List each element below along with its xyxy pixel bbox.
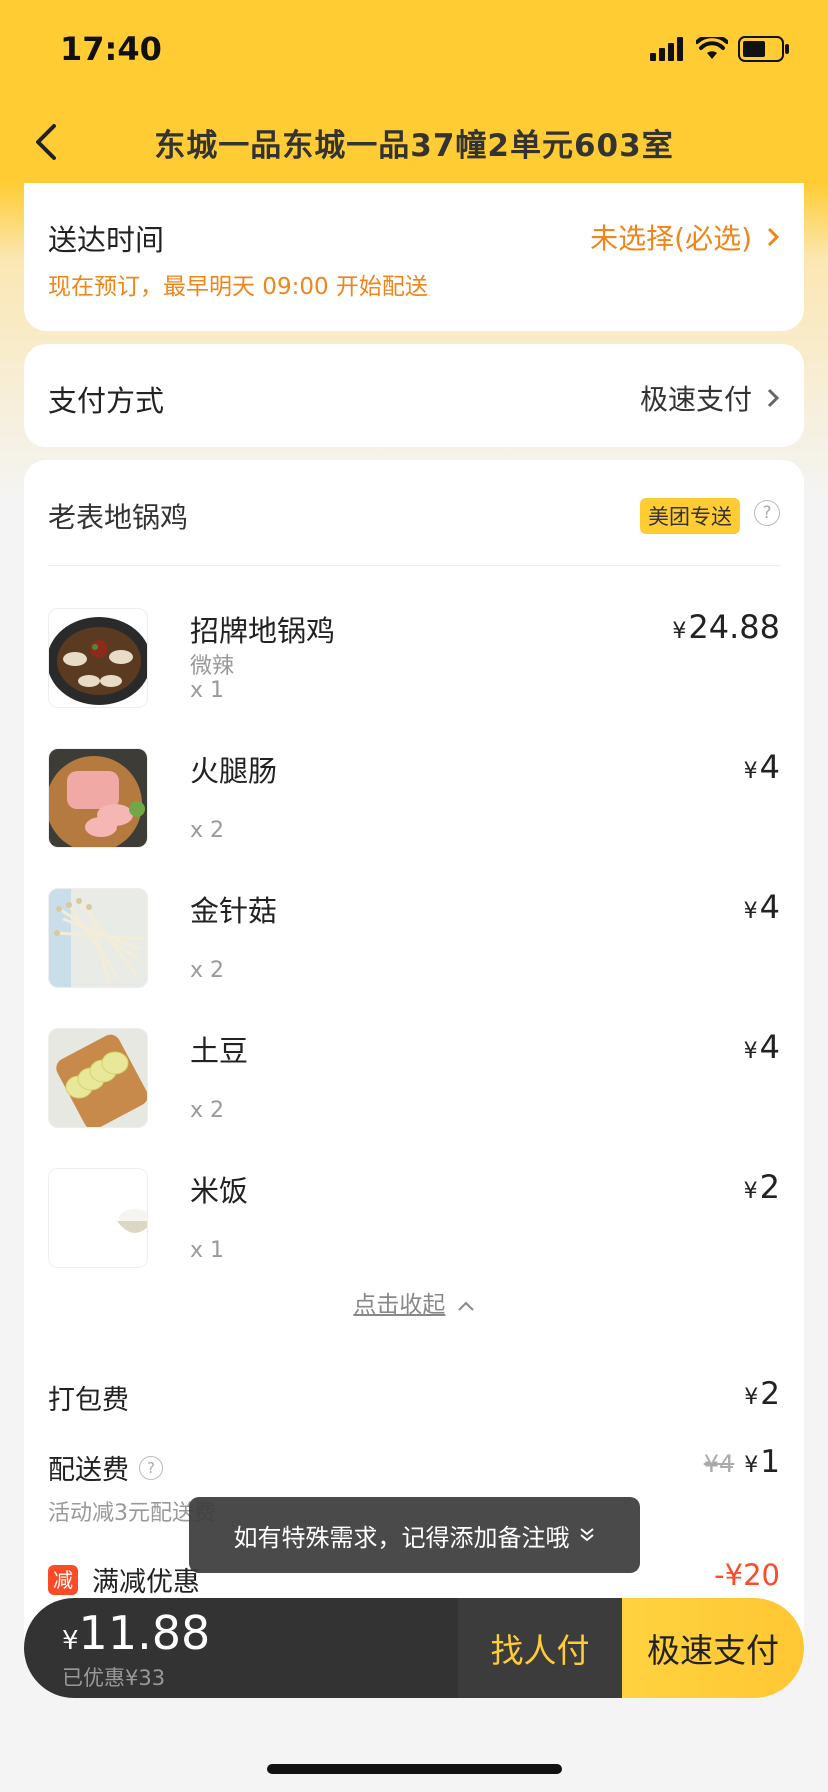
total-panel: ¥11.88 已优惠¥33 (24, 1598, 458, 1698)
status-bar: 17:40 (0, 0, 828, 100)
item-price: ¥2 (743, 1168, 780, 1206)
item-price: ¥4 (743, 1028, 780, 1066)
payment-method-selector[interactable]: 极速支付 (640, 378, 780, 418)
order-item: 金针菇 x 2 ¥4 (48, 888, 780, 988)
potato-image (48, 1028, 148, 1128)
item-name: 土豆 (190, 1034, 249, 1068)
delivery-time-card[interactable]: 送达时间 未选择(必选) 现在预订，最早明天 09:00 开始配送 (24, 183, 804, 331)
home-indicator[interactable] (267, 1764, 562, 1774)
payment-method-card[interactable]: 支付方式 极速支付 (24, 344, 804, 447)
delivery-fee-value: ¥4 ¥1 (703, 1444, 780, 1480)
quick-pay-button[interactable]: 极速支付 (622, 1598, 804, 1698)
item-price: ¥4 (743, 888, 780, 926)
item-price: ¥24.88 (672, 608, 780, 646)
battery-icon (738, 36, 789, 62)
delivery-time-selector[interactable]: 未选择(必选) (590, 217, 780, 257)
signal-icon (650, 37, 683, 61)
nav-bar: 东城一品东城一品37幢2单元603室 (0, 100, 828, 183)
chevron-right-icon (767, 227, 780, 247)
rice-image (48, 1168, 148, 1268)
discount-label: 满减优惠 (92, 1567, 200, 1598)
payment-method-label: 支付方式 (48, 384, 165, 418)
discount-row: 减 满减优惠 (48, 1560, 200, 1599)
collapse-label: 点击收起 (353, 1292, 446, 1318)
item-quantity: x 2 (190, 1098, 225, 1123)
saved-amount: 已优惠¥33 (62, 1666, 166, 1690)
item-price: ¥4 (743, 748, 780, 786)
ham-image (48, 748, 148, 848)
item-spec: 微辣 (190, 654, 235, 679)
item-quantity: x 2 (190, 958, 225, 983)
delivery-fee-original: ¥4 (703, 1450, 735, 1478)
item-name: 火腿肠 (190, 754, 278, 788)
store-name: 老表地锅鸡 (48, 501, 189, 534)
dish-image (48, 608, 148, 708)
discount-tag: 减 (48, 1564, 78, 1595)
chevron-right-icon (767, 388, 780, 408)
payment-method-value: 极速支付 (639, 383, 752, 416)
delivery-note: 现在预订，最早明天 09:00 开始配送 (48, 274, 428, 300)
order-item: 米饭 x 1 ¥2 (48, 1168, 780, 1268)
address-title[interactable]: 东城一品东城一品37幢2单元603室 (0, 120, 828, 165)
delivery-badge: 美团专送 (640, 498, 740, 534)
item-quantity: x 1 (190, 1238, 225, 1263)
divider (48, 565, 780, 566)
order-card: 老表地锅鸡 美团专送 ? 招牌地锅鸡 微辣 x 1 ¥24.88 火腿肠 x 2… (24, 460, 804, 1660)
order-item: 火腿肠 x 2 ¥4 (48, 748, 780, 848)
friend-pay-button[interactable]: 找人付 (458, 1598, 622, 1698)
packing-fee-value: ¥2 (744, 1376, 780, 1412)
toast-text: 如有特殊需求，记得添加备注哦 (233, 1523, 570, 1552)
help-icon[interactable]: ? (139, 1455, 163, 1480)
delivery-time-label: 送达时间 (48, 223, 165, 257)
packing-fee-label: 打包费 (48, 1385, 129, 1416)
item-quantity: x 2 (190, 818, 225, 843)
delivery-fee-label: 配送费 (48, 1455, 129, 1486)
double-chevron-down-icon (579, 1528, 594, 1542)
delivery-fee-row: 配送费 ? (48, 1448, 163, 1487)
order-item: 招牌地锅鸡 微辣 x 1 ¥24.88 (48, 608, 780, 708)
enoki-image (48, 888, 148, 988)
discount-value: -¥20 (714, 1558, 780, 1592)
collapse-link[interactable]: 点击收起 (24, 1285, 804, 1319)
wifi-icon (696, 37, 728, 59)
delivery-time-value: 未选择(必选) (590, 222, 752, 255)
chevron-up-icon (457, 1301, 474, 1311)
system-icons (650, 36, 790, 62)
item-name: 米饭 (190, 1174, 249, 1208)
status-time: 17:40 (60, 30, 162, 68)
order-item: 土豆 x 2 ¥4 (48, 1028, 780, 1128)
checkout-bar: ¥11.88 已优惠¥33 找人付 极速支付 (24, 1598, 804, 1698)
help-icon[interactable]: ? (754, 500, 780, 526)
total-amount: ¥11.88 (62, 1606, 211, 1660)
item-name: 招牌地锅鸡 (190, 614, 336, 648)
item-quantity: x 1 (190, 678, 225, 703)
remark-toast[interactable]: 如有特殊需求，记得添加备注哦 (189, 1497, 640, 1573)
item-name: 金针菇 (190, 894, 278, 928)
